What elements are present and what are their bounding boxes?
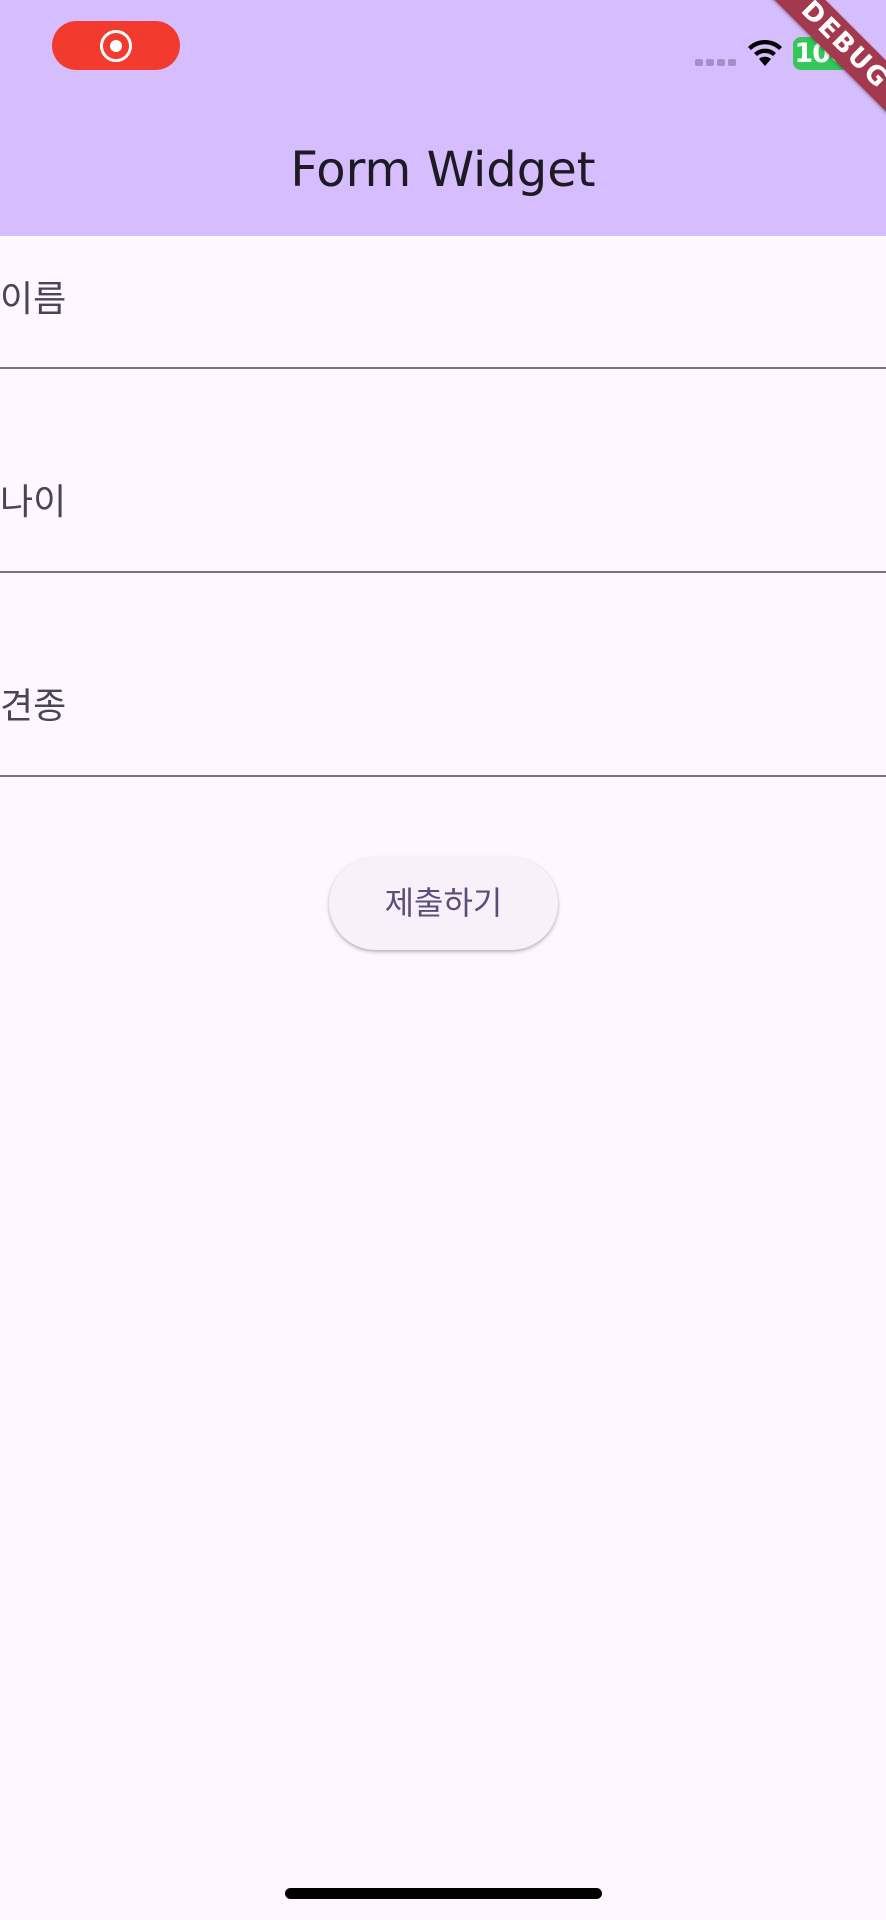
record-icon <box>100 30 132 62</box>
age-field[interactable]: 나이 <box>0 369 886 573</box>
home-indicator[interactable] <box>285 1888 602 1899</box>
debug-banner-clip: DEBUG <box>746 0 886 140</box>
screen-recording-indicator[interactable] <box>52 21 180 70</box>
page-title: Form Widget <box>290 142 596 198</box>
debug-banner: DEBUG <box>754 0 886 136</box>
cellular-signal-icon <box>695 59 737 67</box>
name-field-label: 이름 <box>0 279 67 320</box>
age-field-label: 나이 <box>0 482 67 523</box>
breed-field-label: 견종 <box>0 686 67 727</box>
name-field[interactable]: 이름 <box>0 236 886 369</box>
submit-button[interactable]: 제출하기 <box>329 857 558 950</box>
app-bar: 100 Form Widget DEBUG <box>0 0 886 236</box>
breed-field[interactable]: 견종 <box>0 573 886 777</box>
